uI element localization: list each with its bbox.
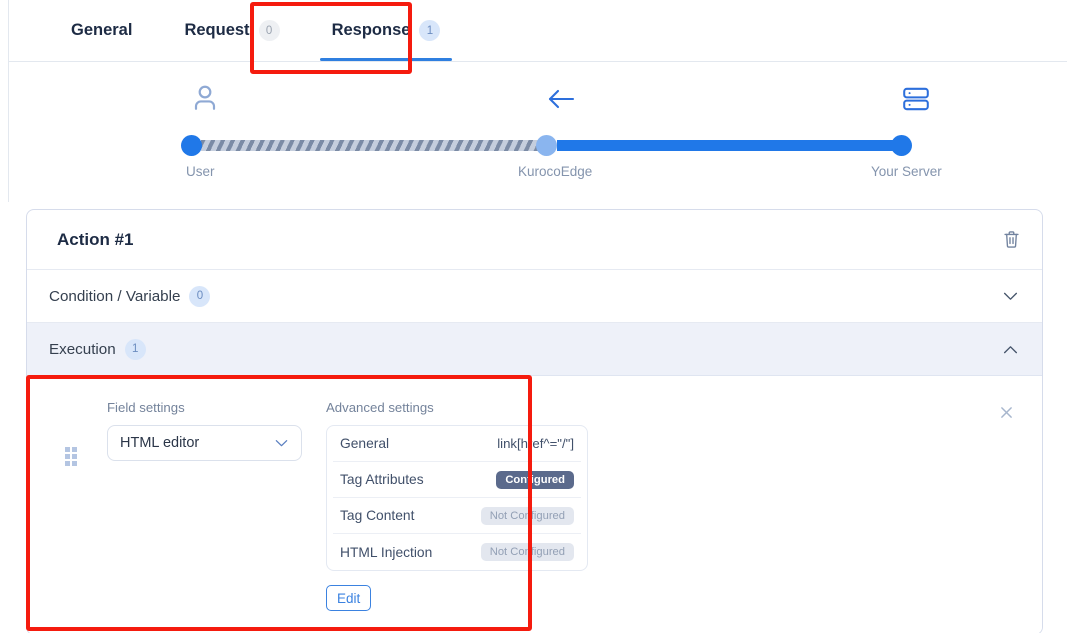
advanced-row-html-injection[interactable]: HTML Injection Not Configured [333,534,581,570]
advanced-row-tag-attributes-label: Tag Attributes [340,472,424,487]
advanced-row-tag-content[interactable]: Tag Content Not Configured [333,498,581,534]
advanced-settings-label: Advanced settings [326,400,434,415]
flow-dot-your-server [891,135,912,156]
field-settings-column: Field settings HTML editor [107,400,302,611]
status-badge-tag-content: Not Configured [480,506,574,525]
execution-form: Field settings HTML editor Advanced sett… [27,400,1042,611]
request-flow-diagram: User KurocoEdge Your Server [8,62,1067,202]
tab-request[interactable]: Request 0 [158,0,305,61]
arrow-left-icon [546,82,576,116]
server-icon [901,82,931,116]
advanced-settings-column: Advanced settings General link[href^="/"… [326,400,588,611]
section-condition-variable-label: Condition / Variable [49,287,181,305]
flow-node-kurocoedge-label: KurocoEdge [518,164,593,179]
close-icon[interactable] [1000,406,1013,422]
section-condition-variable-badge: 0 [189,285,211,307]
execution-body: Field settings HTML editor Advanced sett… [27,376,1042,633]
advanced-row-tag-content-label: Tag Content [340,508,415,523]
flow-dot-kurocoedge [536,135,557,156]
action-card: Action #1 Condition / Variable 0 Executi… [26,209,1043,633]
flow-track-edge-to-server [557,140,905,151]
status-badge-html-injection: Not Configured [480,543,574,561]
flow-node-your-server: Your Server [871,62,942,179]
tab-response-underline [319,58,453,61]
tab-general[interactable]: General [45,0,158,61]
app-page: General Request 0 Response 1 User Kuroco… [0,0,1067,633]
advanced-settings-panel: General link[href^="/"] Tag Attributes C… [326,425,588,571]
action-card-header: Action #1 [27,210,1042,270]
section-execution-badge: 1 [124,338,146,360]
tab-bar: General Request 0 Response 1 [8,0,1067,62]
flow-node-user-label: User [186,164,215,179]
edit-button[interactable]: Edit [326,585,372,611]
chevron-down-icon [275,436,288,451]
advanced-row-general[interactable]: General link[href^="/"] [333,426,581,462]
flow-node-user: User [186,62,219,179]
status-badge-tag-attributes: Configured [496,470,574,489]
tab-request-badge: 0 [258,20,280,41]
advanced-row-html-injection-label: HTML Injection [340,544,433,560]
tab-response-badge: 1 [419,20,441,41]
flow-node-kurocoedge: KurocoEdge [518,62,592,179]
section-execution[interactable]: Execution 1 [27,323,1042,376]
chevron-up-icon[interactable] [1003,342,1018,357]
advanced-row-tag-attributes[interactable]: Tag Attributes Configured [333,462,581,498]
drag-handle[interactable] [65,447,81,611]
tab-response[interactable]: Response 1 [306,0,467,61]
flow-dot-user [181,135,202,156]
field-type-select[interactable]: HTML editor [107,425,302,461]
trash-icon[interactable] [1003,230,1020,249]
user-icon [191,82,219,116]
flow-track-user-to-edge [201,140,549,151]
tab-response-label: Response [331,21,411,39]
field-type-select-value: HTML editor [120,435,200,451]
section-execution-label: Execution [49,340,116,358]
flow-node-your-server-label: Your Server [871,164,942,179]
advanced-row-general-label: General [340,436,390,451]
edit-button-wrap: Edit [326,571,588,611]
advanced-row-general-value: link[href^="/"] [497,436,574,451]
chevron-down-icon[interactable] [1003,289,1018,304]
tab-request-label: Request [184,21,250,39]
page-title: Action #1 [57,229,134,249]
section-condition-variable[interactable]: Condition / Variable 0 [27,270,1042,323]
tab-general-label: General [71,21,133,39]
field-settings-label: Field settings [107,400,185,415]
